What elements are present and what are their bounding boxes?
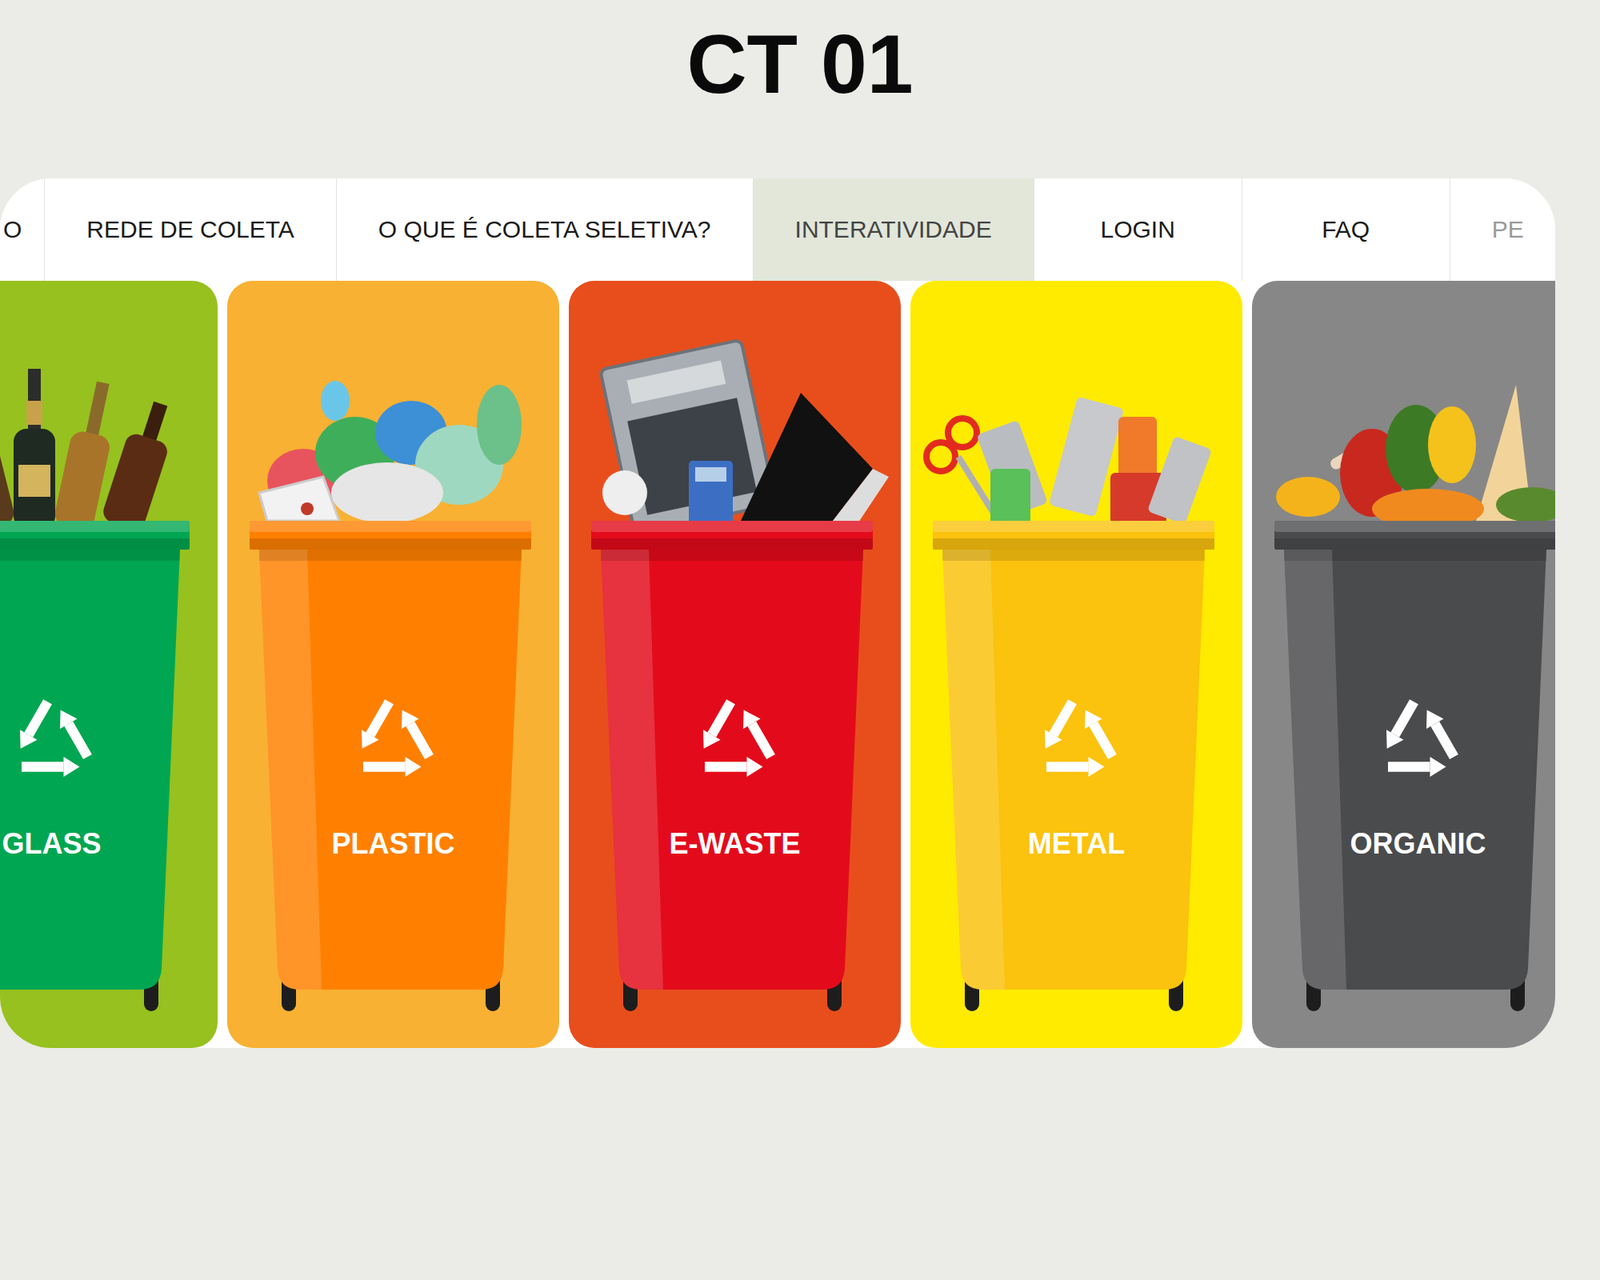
bin-card[interactable]: METAL [910,280,1243,1048]
screenshot-frame: OREDE DE COLETAO QUE É COLETA SELETIVA?I… [0,178,1556,1048]
recycle-symbol-icon [1044,701,1113,777]
recycle-symbol-icon [1386,701,1455,777]
nav-item[interactable]: O QUE É COLETA SELETIVA? [336,178,754,281]
plastic-waste-icon [259,380,522,524]
bin-label: PLASTIC [227,824,560,864]
nav-bar: OREDE DE COLETAO QUE É COLETA SELETIVA?I… [0,178,1556,281]
nav-item[interactable]: REDE DE COLETA [44,178,337,281]
recycling-bin-icon [1252,280,1556,1048]
recycle-symbol-icon [703,701,772,777]
organic-waste-icon [1276,384,1556,529]
recycling-bin-icon [910,280,1243,1048]
electronics-icon [600,340,889,535]
bin-label: GLASS [0,824,218,864]
nav-item[interactable]: LOGIN [1034,178,1243,281]
recycling-bin-icon [227,280,560,1048]
bin-card[interactable]: PLASTIC [227,280,560,1048]
bin-card[interactable]: E-WASTE [568,280,901,1048]
page-title: CT 01 [0,16,1600,113]
recycle-symbol-icon [20,701,88,777]
bin-label: METAL [910,824,1243,864]
bin-carousel: GLASSPLASTICE-WASTEMETALORGANIC [0,280,1556,1048]
metal-waste-icon [926,396,1212,525]
recycle-symbol-icon [361,701,430,777]
bin-label: ORGANIC [1252,824,1556,864]
bin-card[interactable]: GLASS [0,280,218,1048]
bottles-icon [0,368,181,532]
page: CT 01 OREDE DE COLETAO QUE É COLETA SELET… [0,0,1600,1280]
nav-item[interactable]: PE [1450,178,1556,281]
nav-item[interactable]: O [0,178,45,281]
nav-item[interactable]: INTERATIVIDADE [753,178,1035,281]
recycling-bin-icon [568,280,901,1048]
recycling-bin-icon [0,280,218,1048]
bin-label: E-WASTE [568,824,901,864]
bin-card[interactable]: ORGANIC [1252,280,1556,1048]
nav-item[interactable]: FAQ [1242,178,1451,281]
